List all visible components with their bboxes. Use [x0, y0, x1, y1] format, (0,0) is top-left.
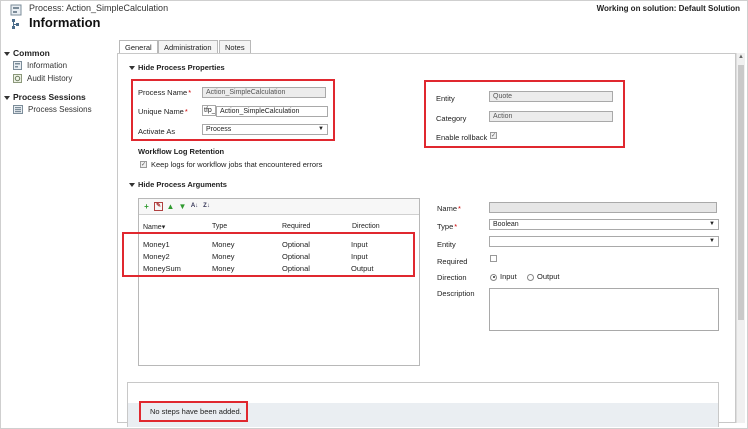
- process-icon: [10, 4, 22, 16]
- collapse-triangle-icon: [129, 65, 135, 70]
- sort-arrow-icon: ▾: [161, 224, 166, 231]
- arg-description-textarea[interactable]: [489, 288, 719, 331]
- hide-process-arguments-toggle[interactable]: Hide Process Arguments: [129, 180, 227, 189]
- nav-item-audit-history[interactable]: Audit History: [13, 74, 72, 83]
- arg-type-label: Type*: [437, 222, 458, 231]
- column-header-direction[interactable]: Direction: [352, 223, 380, 230]
- arguments-grid: + ✎ ▲ ▼ A↓ Z↓ Name▾ Type Required Direct…: [138, 198, 420, 366]
- collapse-triangle-icon: [4, 51, 10, 56]
- sort-ascending-icon[interactable]: A↓: [190, 202, 199, 211]
- column-header-required[interactable]: Required: [282, 223, 310, 230]
- header-subtitle: Process: Action_SimpleCalculation: [29, 3, 169, 13]
- information-page-icon: [12, 19, 19, 29]
- nav-item-information[interactable]: Information: [13, 61, 67, 70]
- tab-notes[interactable]: Notes: [219, 40, 251, 53]
- arg-direction-label: Direction: [437, 273, 467, 282]
- keep-logs-label: Keep logs for workflow jobs that encount…: [151, 160, 323, 169]
- nav-section-process-sessions[interactable]: Process Sessions: [4, 92, 86, 102]
- information-icon: [13, 61, 22, 70]
- sort-descending-icon[interactable]: Z↓: [202, 202, 211, 211]
- arg-required-label: Required: [437, 257, 468, 266]
- tab-administration[interactable]: Administration: [158, 40, 218, 53]
- dropdown-arrow-icon: ▼: [709, 221, 715, 227]
- nav-item-process-sessions[interactable]: Process Sessions: [13, 105, 92, 114]
- nav-item-process-sessions-label: Process Sessions: [28, 105, 92, 114]
- dropdown-arrow-icon: ▼: [709, 238, 715, 244]
- tab-general[interactable]: General: [119, 40, 158, 54]
- hide-process-properties-toggle[interactable]: Hide Process Properties: [129, 63, 225, 72]
- arg-type-value: Boolean: [493, 221, 519, 228]
- audit-history-icon: [13, 74, 22, 83]
- vertical-scrollbar[interactable]: ▲: [736, 53, 745, 423]
- nav-item-information-label: Information: [27, 61, 68, 70]
- column-header-name[interactable]: Name▾: [143, 223, 165, 231]
- scroll-up-icon[interactable]: ▲: [738, 54, 744, 60]
- radio-output-icon[interactable]: [527, 273, 534, 281]
- edit-argument-icon[interactable]: ✎: [154, 202, 163, 211]
- process-sessions-icon: [13, 105, 23, 114]
- highlight-box-process-fields: [131, 79, 335, 141]
- arg-required-checkbox[interactable]: [490, 255, 497, 262]
- radio-input-icon[interactable]: [490, 273, 497, 281]
- solution-indicator: Working on solution: Default Solution: [596, 4, 740, 13]
- page-title: Information: [29, 15, 101, 30]
- arg-entity-select[interactable]: ▼: [489, 236, 719, 247]
- hide-process-arguments-label: Hide Process Arguments: [138, 180, 227, 189]
- workflow-log-retention-title: Workflow Log Retention: [138, 147, 225, 156]
- move-up-icon[interactable]: ▲: [166, 202, 175, 211]
- nav-item-audit-history-label: Audit History: [27, 74, 73, 83]
- collapse-triangle-icon: [4, 95, 10, 100]
- highlight-box-entity-fields: [424, 80, 625, 148]
- collapse-triangle-icon: [129, 182, 135, 187]
- highlight-box-steps: [139, 401, 248, 422]
- column-header-type[interactable]: Type: [212, 223, 227, 230]
- arg-type-select[interactable]: Boolean ▼: [489, 219, 719, 230]
- direction-input-option[interactable]: Input: [490, 272, 517, 281]
- required-asterisk: *: [458, 204, 461, 213]
- scrollbar-thumb[interactable]: [738, 65, 744, 320]
- nav-section-common[interactable]: Common: [4, 48, 50, 58]
- move-down-icon[interactable]: ▼: [178, 202, 187, 211]
- nav-section-common-label: Common: [13, 48, 50, 58]
- add-argument-icon[interactable]: +: [142, 202, 151, 211]
- hide-process-properties-label: Hide Process Properties: [138, 63, 225, 72]
- keep-logs-checkbox[interactable]: ✓: [140, 161, 147, 168]
- arg-entity-label: Entity: [437, 240, 456, 249]
- arg-description-label: Description: [437, 289, 475, 298]
- direction-output-option[interactable]: Output: [527, 272, 560, 281]
- required-asterisk: *: [454, 222, 458, 231]
- nav-section-process-sessions-label: Process Sessions: [13, 92, 86, 102]
- highlight-box-arguments: [122, 232, 415, 277]
- arg-name-label: Name*: [437, 204, 461, 213]
- arguments-toolbar: + ✎ ▲ ▼ A↓ Z↓: [139, 199, 419, 215]
- arg-name-field[interactable]: [489, 202, 717, 213]
